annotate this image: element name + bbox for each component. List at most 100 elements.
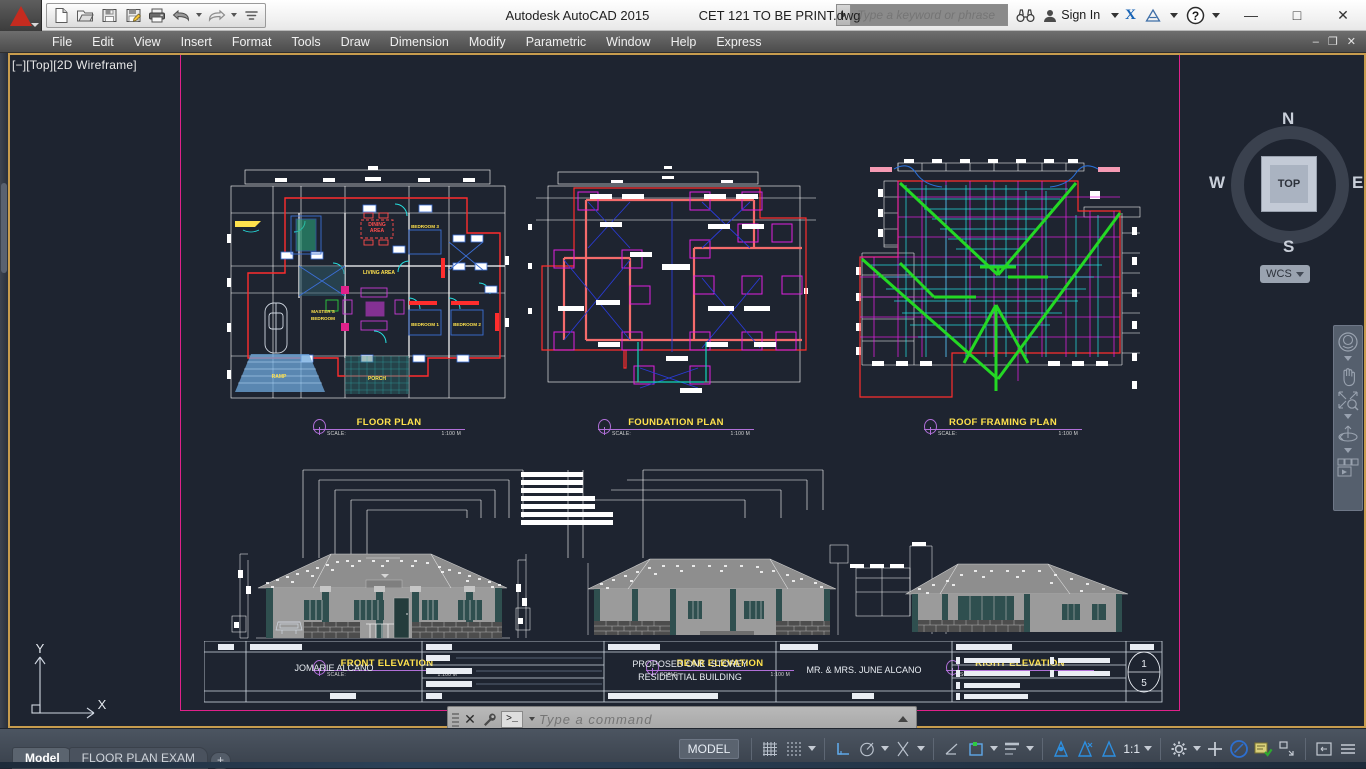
menu-tools[interactable]: Tools	[281, 33, 330, 51]
title-bar: Autodesk AutoCAD 2015 CET 121 TO BE PRIN…	[0, 0, 1366, 31]
application-menu-button[interactable]	[0, 0, 42, 31]
autoscale-icon[interactable]	[1073, 736, 1097, 762]
document-close-button[interactable]: ✕	[1347, 35, 1356, 48]
polar-dropdown-icon[interactable]	[879, 746, 891, 751]
menu-draw[interactable]: Draw	[331, 33, 380, 51]
workspace-switching-icon[interactable]	[1167, 736, 1191, 762]
menu-format[interactable]: Format	[222, 33, 282, 51]
undo-dropdown-icon[interactable]	[194, 13, 203, 17]
document-restore-button[interactable]: ❐	[1328, 35, 1338, 48]
chevron-down-icon[interactable]	[1111, 12, 1120, 18]
sign-in-button[interactable]: Sign In	[1042, 8, 1120, 23]
viewport-label[interactable]: [−][Top][2D Wireframe]	[12, 58, 137, 72]
snap-dropdown-icon[interactable]	[806, 746, 818, 751]
qat-more-icon[interactable]	[240, 5, 262, 26]
vertical-scrollbar-thumb[interactable]	[1, 183, 7, 273]
lineweight-dropdown-icon[interactable]	[1024, 746, 1036, 751]
viewcube-south-label[interactable]: S	[1283, 237, 1294, 257]
customization-icon[interactable]	[1203, 736, 1227, 762]
annotation-scale-value[interactable]: 1:1	[1121, 742, 1142, 756]
command-input[interactable]	[539, 711, 894, 727]
model-space-button[interactable]: MODEL	[678, 738, 740, 759]
menu-file[interactable]: File	[42, 33, 82, 51]
osnap-dropdown-icon[interactable]	[915, 746, 927, 751]
viewcube-top-face[interactable]: TOP	[1261, 156, 1317, 212]
ortho-mode-icon[interactable]	[831, 736, 855, 762]
new-icon[interactable]	[50, 5, 72, 26]
annotation-visibility-icon[interactable]	[1049, 736, 1073, 762]
chevron-down-icon[interactable]	[1212, 12, 1220, 18]
drawing-canvas[interactable]: [−][Top][2D Wireframe] DINING AREA LIVIN…	[8, 53, 1366, 728]
menu-icon[interactable]	[1336, 736, 1360, 762]
autodesk-exchange-icon[interactable]: X	[1125, 7, 1136, 24]
maximize-button[interactable]: □	[1274, 0, 1320, 31]
menu-insert[interactable]: Insert	[171, 33, 222, 51]
dynamic-ucs-dropdown-icon[interactable]	[988, 746, 1000, 751]
viewcube-east-label[interactable]: E	[1352, 173, 1363, 193]
close-button[interactable]: ✕	[1320, 0, 1366, 31]
menu-edit[interactable]: Edit	[82, 33, 124, 51]
fullscreen-icon[interactable]	[1312, 736, 1336, 762]
menu-express[interactable]: Express	[706, 33, 771, 51]
save-icon[interactable]	[98, 5, 120, 26]
annotation-scale-icon[interactable]	[1097, 736, 1121, 762]
divider	[1160, 737, 1161, 760]
status-bar-tools: MODEL 1:1	[678, 734, 1366, 764]
undo-icon[interactable]	[170, 5, 192, 26]
help-icon[interactable]: ?	[1184, 5, 1206, 26]
autodesk-a360-icon[interactable]	[1142, 5, 1164, 26]
minimize-button[interactable]: —	[1228, 0, 1274, 31]
console-icon[interactable]: >_	[501, 710, 523, 728]
isolate-objects-icon[interactable]	[1227, 736, 1251, 762]
binoculars-icon[interactable]	[1014, 5, 1036, 26]
snap-mode-icon[interactable]	[782, 736, 806, 762]
polar-tracking-icon[interactable]	[855, 736, 879, 762]
chevron-down-icon[interactable]	[31, 22, 39, 27]
menu-dimension[interactable]: Dimension	[380, 33, 459, 51]
left-scroll-strip[interactable]	[0, 53, 8, 728]
steering-wheels-dropdown-icon[interactable]	[1344, 356, 1352, 361]
lineweight-icon[interactable]	[1000, 736, 1024, 762]
infocenter-search[interactable]	[836, 4, 1009, 26]
chevron-right-icon[interactable]	[837, 5, 852, 25]
clean-screen-icon[interactable]	[1275, 736, 1299, 762]
menu-help[interactable]: Help	[661, 33, 707, 51]
save-as-icon[interactable]	[122, 5, 144, 26]
orbit-dropdown-icon[interactable]	[1344, 448, 1352, 453]
scale-dropdown-icon[interactable]	[1142, 746, 1154, 751]
workspace-dropdown-icon[interactable]	[1191, 746, 1203, 751]
zoom-dropdown-icon[interactable]	[1344, 414, 1352, 419]
chevron-up-icon[interactable]	[898, 716, 908, 722]
search-input[interactable]	[851, 5, 1008, 25]
object-snap-icon[interactable]	[891, 736, 915, 762]
chevron-down-icon[interactable]	[529, 717, 535, 721]
redo-dropdown-icon[interactable]	[229, 13, 238, 17]
ucs-selector[interactable]: WCS	[1260, 265, 1310, 283]
menu-modify[interactable]: Modify	[459, 33, 516, 51]
menu-view[interactable]: View	[124, 33, 171, 51]
viewcube[interactable]: N S E W TOP	[1209, 109, 1363, 258]
wrench-icon[interactable]	[481, 712, 497, 727]
steering-wheels-icon[interactable]	[1335, 331, 1361, 353]
grid-display-icon[interactable]	[758, 736, 782, 762]
redo-icon[interactable]	[205, 5, 227, 26]
orbit-icon[interactable]	[1335, 423, 1361, 445]
command-line-grip[interactable]	[452, 711, 459, 727]
showmotion-icon[interactable]	[1335, 457, 1361, 481]
hardware-acceleration-icon[interactable]	[1251, 736, 1275, 762]
chevron-down-icon[interactable]	[1295, 271, 1304, 277]
menu-parametric[interactable]: Parametric	[516, 33, 596, 51]
chevron-down-icon[interactable]	[1170, 12, 1178, 18]
menu-window[interactable]: Window	[596, 33, 660, 51]
close-icon[interactable]: ✕	[463, 711, 477, 728]
object-snap-tracking-icon[interactable]	[940, 736, 964, 762]
viewcube-north-label[interactable]: N	[1282, 109, 1294, 129]
viewcube-west-label[interactable]: W	[1209, 173, 1225, 193]
zoom-extents-icon[interactable]	[1335, 389, 1361, 411]
pan-icon[interactable]	[1335, 365, 1361, 387]
dynamic-ucs-icon[interactable]	[964, 736, 988, 762]
open-icon[interactable]	[74, 5, 96, 26]
plot-icon[interactable]	[146, 5, 168, 26]
front-elevation-drawing	[231, 553, 531, 639]
document-minimize-button[interactable]: –	[1313, 36, 1319, 48]
